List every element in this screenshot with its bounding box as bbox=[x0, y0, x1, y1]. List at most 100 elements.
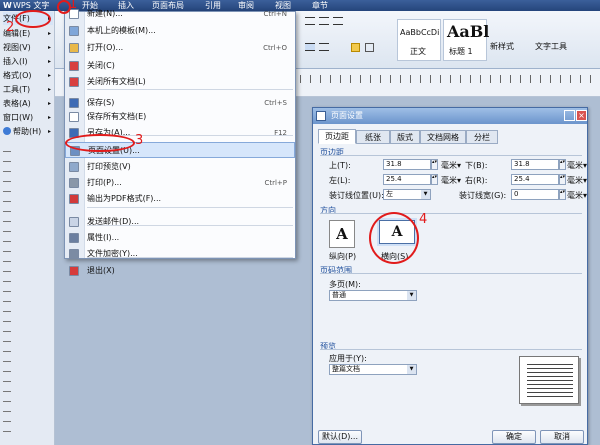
gutter-width-spinner[interactable]: ▴▾ bbox=[559, 189, 566, 200]
file-menu-item-encrypt[interactable]: 文件加密(Y)... bbox=[65, 246, 295, 262]
dialog-title-bar: 页面设置 × bbox=[313, 108, 587, 124]
tab-layout[interactable]: 版式 bbox=[390, 130, 420, 144]
portrait-icon[interactable]: A bbox=[329, 220, 355, 248]
bottom-margin-label: 下(B): bbox=[465, 161, 488, 170]
menu-tools[interactable]: 工具(T) ▸ bbox=[3, 83, 53, 96]
print-icon bbox=[69, 178, 79, 188]
horizontal-ruler[interactable] bbox=[300, 75, 600, 83]
menu-help[interactable]: 帮助(H) ▸ bbox=[3, 125, 53, 138]
maximize-icon[interactable] bbox=[564, 110, 575, 121]
annotation-circle-2 bbox=[15, 10, 51, 28]
save-all-icon bbox=[69, 112, 79, 122]
file-menu-item-open[interactable]: 打开(O)... Ctrl+O bbox=[65, 40, 295, 56]
arrow-right-icon: ▸ bbox=[47, 44, 51, 51]
tab-doc-grid[interactable]: 文档网格 bbox=[420, 130, 466, 144]
menu-table[interactable]: 表格(A) ▸ bbox=[3, 97, 53, 110]
word-tools-button[interactable]: 文字工具 bbox=[535, 41, 567, 52]
portrait-label[interactable]: 纵向(P) bbox=[329, 251, 356, 262]
menu-insert[interactable]: 插入(I) ▸ bbox=[3, 55, 53, 68]
top-margin-input[interactable]: 31.8 bbox=[383, 159, 431, 170]
top-margin-spinner[interactable]: ▴▾ bbox=[431, 159, 438, 170]
arrow-right-icon: ▸ bbox=[47, 58, 51, 65]
file-menu-label: 打开(O)... bbox=[87, 43, 124, 52]
distribute-icon[interactable] bbox=[319, 43, 329, 51]
page-setup-dialog: 页面设置 × 页边距 纸张 版式 文档网格 分栏 页边距 上(T): 31.8 … bbox=[312, 107, 588, 445]
page-icon bbox=[316, 111, 326, 121]
gutter-width-unit[interactable]: 毫米▾ bbox=[567, 190, 587, 201]
app-logo-icon: W bbox=[3, 1, 12, 10]
right-margin-input[interactable]: 25.4 bbox=[511, 174, 559, 185]
apply-to-select[interactable]: 整篇文档 ▼ bbox=[329, 364, 417, 375]
right-margin-unit[interactable]: 毫米▾ bbox=[567, 175, 587, 186]
left-margin-unit[interactable]: 毫米▾ bbox=[441, 175, 461, 186]
bottom-margin-spinner[interactable]: ▴▾ bbox=[559, 159, 566, 170]
save-icon bbox=[69, 98, 79, 108]
print-preview-icon bbox=[69, 162, 79, 172]
menu-view[interactable]: 视图(V) ▸ bbox=[3, 41, 53, 54]
top-margin-unit[interactable]: 毫米▾ bbox=[441, 160, 461, 171]
gutter-position-select[interactable]: 左 ▼ bbox=[383, 189, 431, 200]
left-margin-input[interactable]: 25.4 bbox=[383, 174, 431, 185]
ok-button[interactable]: 确定 bbox=[492, 430, 536, 444]
chevron-down-icon: ▼ bbox=[407, 365, 416, 374]
file-menu-item-print-preview[interactable]: 打印预览(V) bbox=[65, 159, 295, 175]
tab-columns[interactable]: 分栏 bbox=[466, 130, 498, 144]
style-heading1[interactable]: AaBl 标题 1 bbox=[443, 19, 489, 61]
file-menu-item-export-pdf[interactable]: 输出为PDF格式(F)... bbox=[65, 191, 295, 207]
preview-section-title: 预览 bbox=[320, 342, 336, 351]
paragraph-tools bbox=[305, 15, 395, 65]
annotation-circle-4 bbox=[369, 212, 419, 264]
close-doc-icon bbox=[69, 61, 79, 71]
new-style-button[interactable]: 新样式 bbox=[490, 41, 514, 52]
pdf-icon bbox=[69, 194, 79, 204]
bottom-margin-unit[interactable]: 毫米▾ bbox=[567, 160, 587, 171]
right-margin-spinner[interactable]: ▴▾ bbox=[559, 174, 566, 185]
file-menu-item-print[interactable]: 打印(P)... Ctrl+P bbox=[65, 175, 295, 191]
cancel-button[interactable]: 取消 bbox=[540, 430, 584, 444]
shortcut-text: Ctrl+O bbox=[263, 44, 287, 52]
gutter-position-label: 装订线位置(U): bbox=[329, 191, 384, 200]
menu-format[interactable]: 格式(O) ▸ bbox=[3, 69, 53, 82]
file-menu-item-properties[interactable]: 属性(I)... bbox=[65, 230, 295, 246]
shortcut-text: Ctrl+N bbox=[263, 10, 287, 18]
help-icon bbox=[3, 127, 11, 135]
multipage-label: 多页(M): bbox=[329, 280, 361, 289]
tab-margins[interactable]: 页边距 bbox=[318, 129, 356, 144]
file-menu-label: 本机上的模板(M)... bbox=[87, 26, 156, 35]
justify-icon[interactable] bbox=[305, 43, 315, 51]
top-margin-label: 上(T): bbox=[329, 161, 351, 170]
file-menu-item-send-mail[interactable]: 发送邮件(D)... bbox=[65, 214, 295, 230]
apply-to-label: 应用于(Y): bbox=[329, 354, 367, 363]
file-menu-item-new[interactable]: 新建(N)... Ctrl+N bbox=[65, 6, 295, 22]
file-menu-item-save-all[interactable]: 保存所有文档(E) bbox=[65, 109, 295, 125]
annotation-number-3: 3 bbox=[135, 133, 144, 148]
file-menu-label: 保存所有文档(E) bbox=[87, 112, 147, 121]
file-menu-item-exit[interactable]: 退出(X) bbox=[65, 263, 295, 279]
file-menu-item-close-all[interactable]: 关闭所有文档(L) bbox=[65, 74, 295, 90]
file-menu-label: 关闭(C) bbox=[87, 61, 115, 70]
tab-chapter[interactable]: 章节 bbox=[312, 0, 328, 11]
multipage-select[interactable]: 普通 ▼ bbox=[329, 290, 417, 301]
shading-icon[interactable] bbox=[351, 43, 360, 52]
default-button[interactable]: 默认(D)... bbox=[318, 430, 362, 444]
dialog-title: 页面设置 bbox=[331, 111, 363, 120]
align-left-icon[interactable] bbox=[305, 17, 315, 25]
file-menu-item-close[interactable]: 关闭(C) bbox=[65, 58, 295, 74]
file-menu-label: 新建(N)... bbox=[87, 9, 123, 18]
arrow-right-icon: ▸ bbox=[47, 86, 51, 93]
style-normal[interactable]: AaBbCcDi 正文 bbox=[397, 19, 441, 61]
bottom-margin-input[interactable]: 31.8 bbox=[511, 159, 559, 170]
close-icon[interactable]: × bbox=[576, 110, 587, 121]
pages-section-title: 页码范围 bbox=[320, 266, 352, 275]
vertical-ruler[interactable] bbox=[3, 151, 11, 441]
file-menu-item-template[interactable]: 本机上的模板(M)... bbox=[65, 23, 295, 39]
gutter-width-input[interactable]: 0 bbox=[511, 189, 559, 200]
arrow-right-icon: ▸ bbox=[47, 128, 51, 135]
tab-paper[interactable]: 纸张 bbox=[356, 130, 390, 144]
border-icon[interactable] bbox=[365, 43, 374, 52]
page-preview bbox=[519, 356, 579, 404]
menu-window[interactable]: 窗口(W) ▸ bbox=[3, 111, 53, 124]
left-margin-spinner[interactable]: ▴▾ bbox=[431, 174, 438, 185]
align-center-icon[interactable] bbox=[319, 17, 329, 25]
list-icon[interactable] bbox=[333, 17, 343, 25]
